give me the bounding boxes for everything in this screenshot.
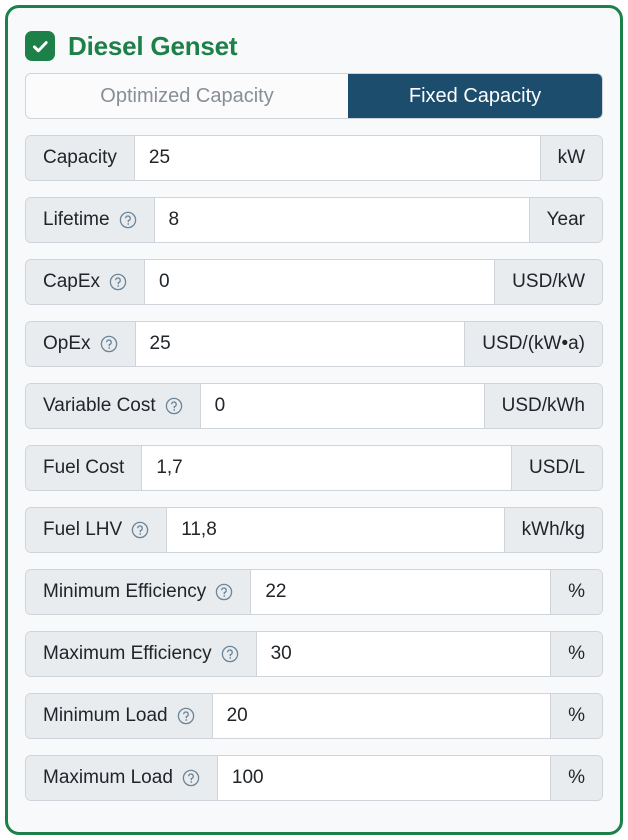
parameter-input[interactable] xyxy=(134,136,540,180)
parameter-unit-addon: kWh/kg xyxy=(503,508,602,552)
diesel-genset-card: Diesel Genset Optimized Capacity Fixed C… xyxy=(5,5,623,835)
card-header: Diesel Genset xyxy=(8,8,620,70)
parameter-row-maximum-load: Maximum Load % xyxy=(25,755,603,801)
parameter-label: OpEx xyxy=(43,333,91,354)
help-circle-icon[interactable] xyxy=(221,645,239,663)
parameter-input[interactable] xyxy=(212,694,551,738)
help-circle-icon[interactable] xyxy=(100,335,118,353)
parameter-label: CapEx xyxy=(43,271,101,292)
parameter-input[interactable] xyxy=(217,756,551,800)
help-circle-icon[interactable] xyxy=(215,583,233,601)
parameter-row-capex: CapEx USD/kW xyxy=(25,259,603,305)
parameter-label: Capacity xyxy=(43,147,117,168)
tab-fixed-capacity[interactable]: Fixed Capacity xyxy=(348,74,602,118)
parameter-label: Fuel LHV xyxy=(43,519,123,540)
page-title: Diesel Genset xyxy=(68,30,238,61)
parameter-label: Minimum Load xyxy=(43,705,168,726)
parameter-label-addon: Fuel Cost xyxy=(26,446,143,490)
help-circle-icon[interactable] xyxy=(119,211,137,229)
parameter-unit-addon: USD/kW xyxy=(494,260,602,304)
parameter-unit-addon: USD/L xyxy=(511,446,602,490)
parameter-label-addon: Lifetime xyxy=(26,198,155,242)
parameter-input[interactable] xyxy=(145,260,495,304)
parameter-row-maximum-efficiency: Maximum Efficiency % xyxy=(25,631,603,677)
parameter-row-minimum-load: Minimum Load % xyxy=(25,693,603,739)
parameter-label: Lifetime xyxy=(43,209,110,230)
parameter-label: Variable Cost xyxy=(43,395,156,416)
enable-diesel-genset-checkbox[interactable] xyxy=(25,31,55,61)
help-circle-icon[interactable] xyxy=(131,521,149,539)
parameter-row-lifetime: Lifetime Year xyxy=(25,197,603,243)
check-icon xyxy=(31,37,50,56)
parameter-label-addon: Capacity xyxy=(26,136,135,180)
parameter-label: Maximum Efficiency xyxy=(43,643,212,664)
help-circle-icon[interactable] xyxy=(165,397,183,415)
parameter-label-addon: Maximum Efficiency xyxy=(26,632,257,676)
parameter-label: Fuel Cost xyxy=(43,457,125,478)
parameter-label-addon: OpEx xyxy=(26,322,136,366)
parameter-label-addon: Fuel LHV xyxy=(26,508,168,552)
parameter-unit-addon: % xyxy=(550,694,602,738)
parameter-label: Minimum Efficiency xyxy=(43,581,207,602)
parameter-input[interactable] xyxy=(135,322,465,366)
parameter-row-opex: OpEx USD/(kW•a) xyxy=(25,321,603,367)
parameter-input[interactable] xyxy=(154,198,529,242)
parameter-input[interactable] xyxy=(251,570,551,614)
help-circle-icon[interactable] xyxy=(177,707,195,725)
parameter-label-addon: Minimum Efficiency xyxy=(26,570,252,614)
parameter-row-fuel-cost: Fuel Cost USD/L xyxy=(25,445,603,491)
parameter-list: Capacity kW Lifetime Year CapEx xyxy=(8,119,620,801)
parameter-row-variable-cost: Variable Cost USD/kWh xyxy=(25,383,603,429)
parameter-row-minimum-efficiency: Minimum Efficiency % xyxy=(25,569,603,615)
parameter-unit-addon: kW xyxy=(539,136,602,180)
parameter-row-fuel-lhv: Fuel LHV kWh/kg xyxy=(25,507,603,553)
help-circle-icon[interactable] xyxy=(109,273,127,291)
parameter-unit-addon: % xyxy=(550,756,602,800)
capacity-mode-toggle: Optimized Capacity Fixed Capacity xyxy=(25,73,603,119)
parameter-input[interactable] xyxy=(256,632,551,676)
help-circle-icon[interactable] xyxy=(182,769,200,787)
parameter-label-addon: Variable Cost xyxy=(26,384,201,428)
parameter-label-addon: Minimum Load xyxy=(26,694,213,738)
parameter-unit-addon: USD/(kW•a) xyxy=(464,322,602,366)
parameter-label: Maximum Load xyxy=(43,767,173,788)
parameter-input[interactable] xyxy=(200,384,484,428)
parameter-input[interactable] xyxy=(142,446,512,490)
parameter-unit-addon: Year xyxy=(528,198,602,242)
parameter-unit-addon: USD/kWh xyxy=(483,384,602,428)
tab-optimized-capacity[interactable]: Optimized Capacity xyxy=(26,74,348,118)
parameter-label-addon: CapEx xyxy=(26,260,146,304)
parameter-label-addon: Maximum Load xyxy=(26,756,218,800)
parameter-unit-addon: % xyxy=(550,632,602,676)
parameter-unit-addon: % xyxy=(550,570,602,614)
parameter-input[interactable] xyxy=(167,508,504,552)
parameter-row-capacity: Capacity kW xyxy=(25,135,603,181)
